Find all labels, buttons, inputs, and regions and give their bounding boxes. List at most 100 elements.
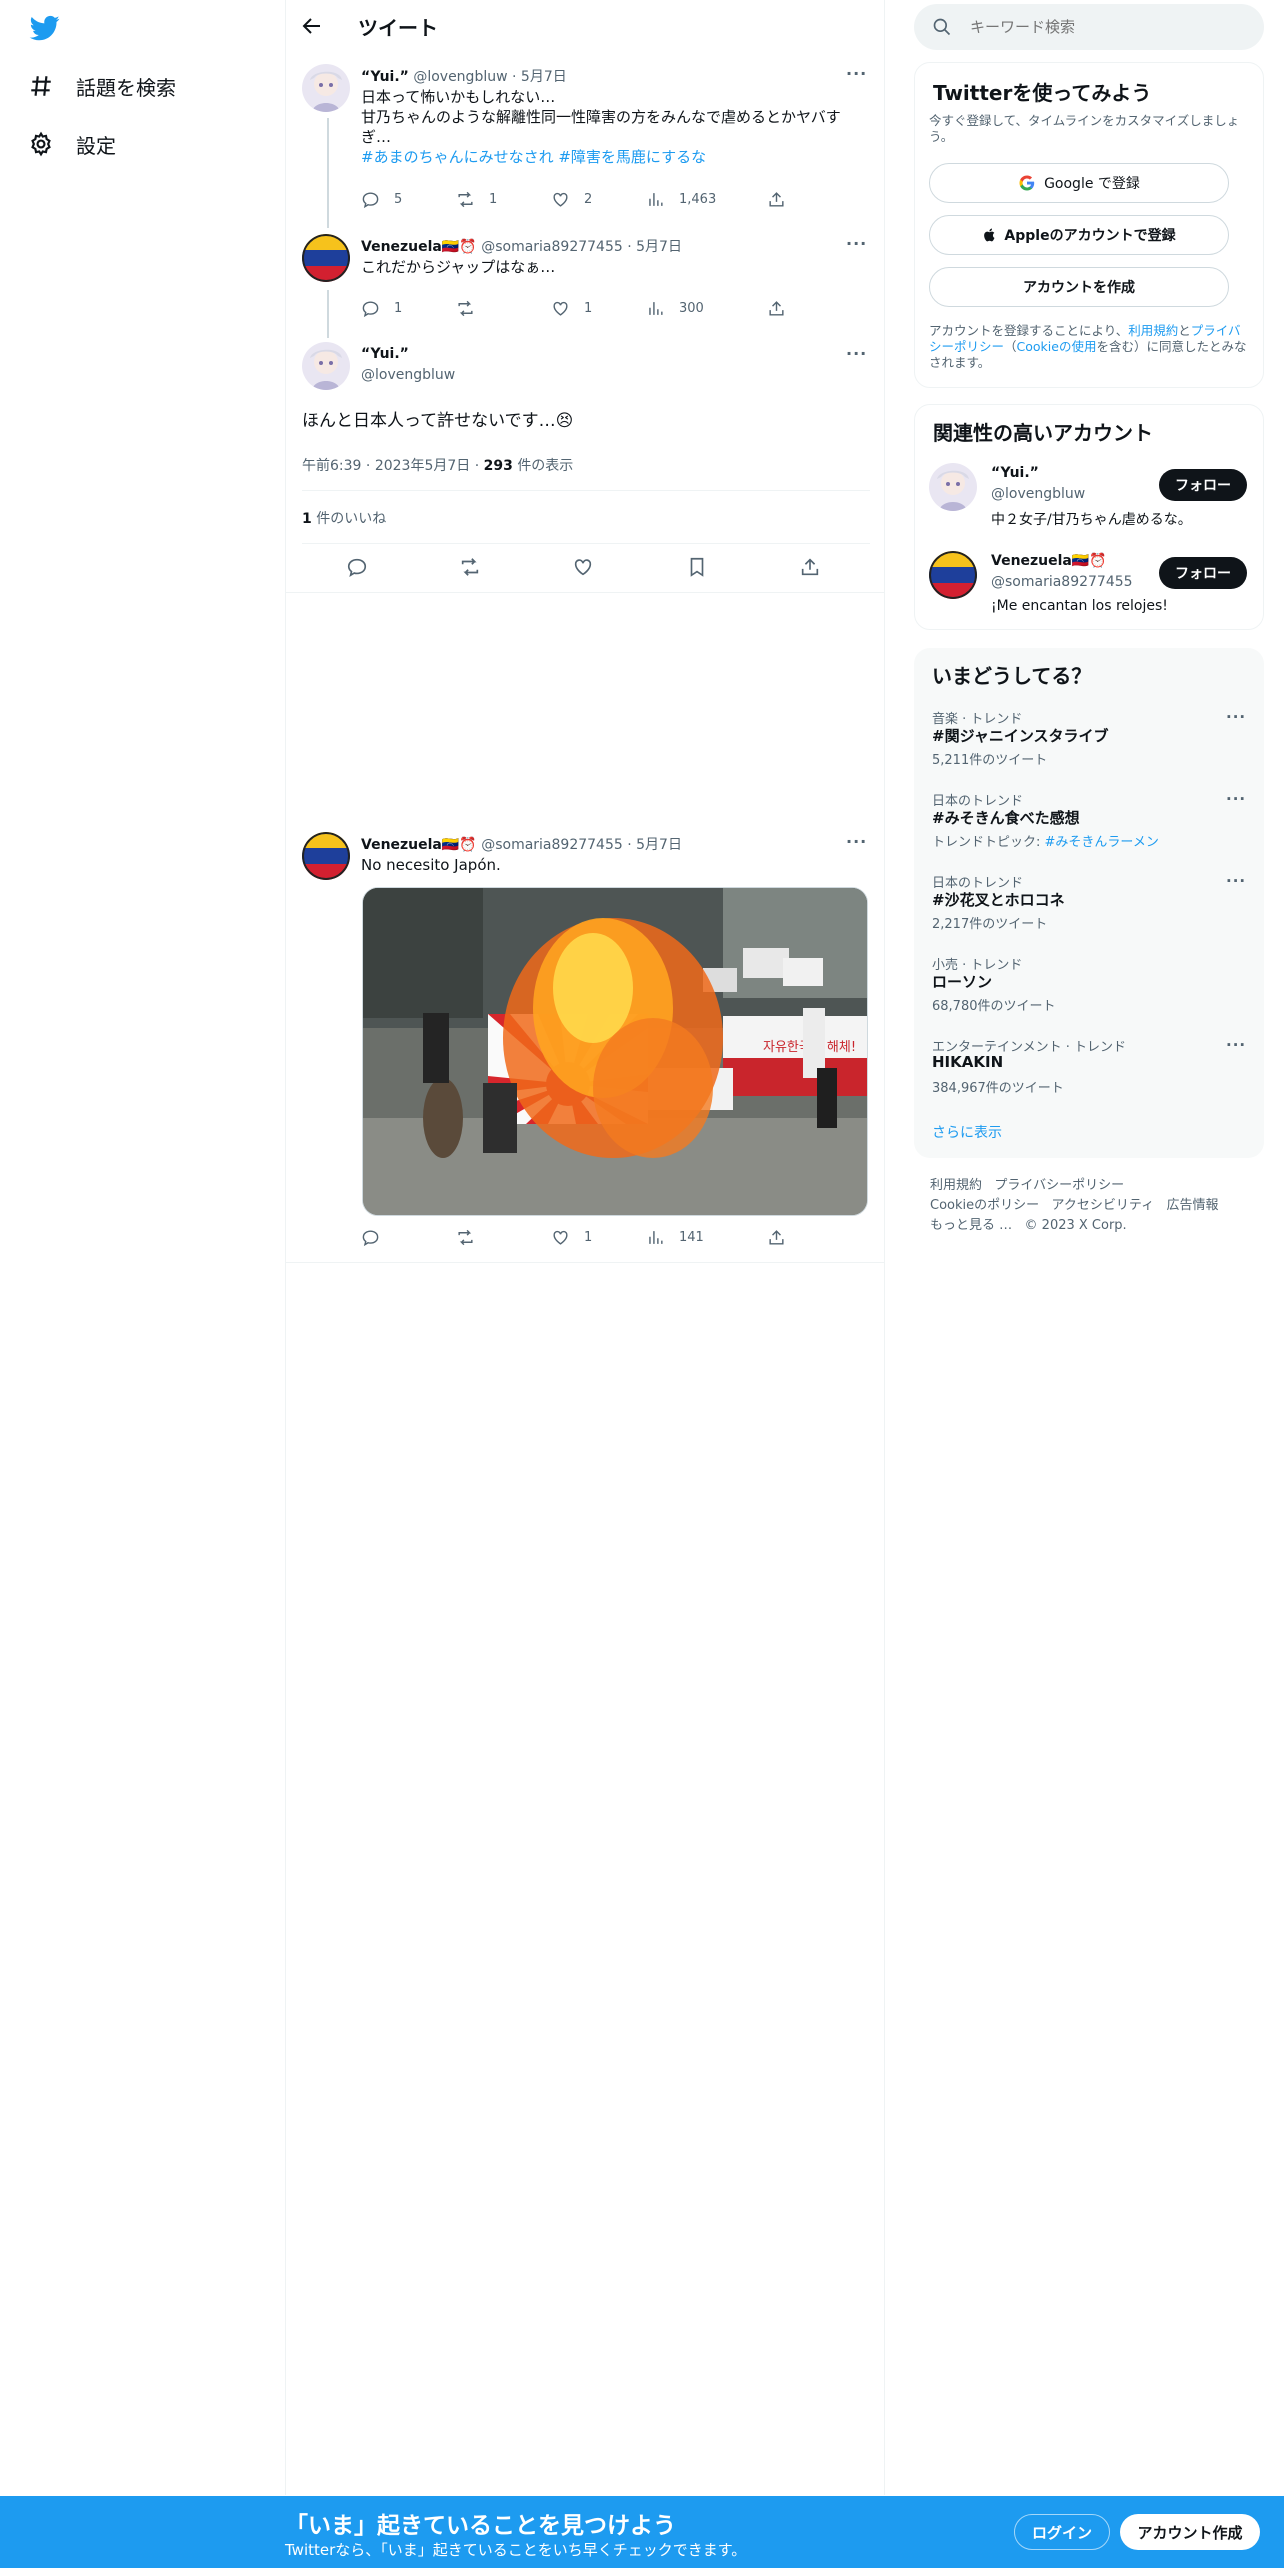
like-button[interactable]: 1 xyxy=(551,299,592,318)
retweet-button[interactable] xyxy=(456,1228,489,1247)
trends-title: いまどうしてる？ xyxy=(932,664,1092,688)
share-button[interactable] xyxy=(767,1228,800,1247)
like-button[interactable] xyxy=(572,556,596,580)
create-account-button[interactable]: アカウントを作成 xyxy=(929,267,1229,307)
avatar[interactable] xyxy=(929,551,977,599)
tweet-date[interactable]: 5月7日 xyxy=(636,837,682,853)
trend-topic-link[interactable]: #みそきんラーメン xyxy=(1045,835,1159,850)
account-name[interactable]: “Yui.” xyxy=(991,465,1039,481)
handle[interactable]: @lovengbluw xyxy=(361,367,455,383)
reply-icon xyxy=(362,301,379,318)
hashtag-link[interactable]: #障害を馬鹿にするな xyxy=(558,148,706,166)
tweet-date[interactable]: 5月7日 xyxy=(521,69,567,85)
more-icon[interactable]: ··· xyxy=(846,234,867,253)
tweet-full-date[interactable]: 2023年5月7日 xyxy=(375,458,470,474)
reply-button[interactable]: 5 xyxy=(361,190,402,209)
back-arrow-icon[interactable] xyxy=(300,14,324,38)
views-button[interactable]: 300 xyxy=(646,299,704,318)
signup-card: Twitterを使ってみよう 今すぐ登録して、タイムラインをカスタマイズしましょ… xyxy=(914,62,1264,388)
more-icon[interactable]: ··· xyxy=(846,64,867,83)
search-input[interactable] xyxy=(970,14,1250,40)
share-icon xyxy=(769,1230,784,1245)
hashtag-link[interactable]: #あまのちゃんにみせなされ xyxy=(361,148,554,166)
retweet-button[interactable]: 1 xyxy=(456,190,497,209)
display-name[interactable]: “Yui.” xyxy=(361,69,409,85)
more-icon[interactable]: ··· xyxy=(1226,872,1246,890)
handle[interactable]: @lovengbluw xyxy=(413,69,507,85)
like-button[interactable]: 1 xyxy=(551,1228,592,1247)
trends-card: いまどうしてる？ 音楽 · トレンド #関ジャニインスタライブ 5,211件のツ… xyxy=(914,648,1264,1158)
tweet-date[interactable]: 5月7日 xyxy=(636,239,682,255)
gear-icon xyxy=(31,131,51,157)
avatar[interactable] xyxy=(302,342,350,390)
google-signup-button[interactable]: Google で登録 xyxy=(929,163,1229,203)
banner-title: 「いま」起きていることを見つけよう xyxy=(285,2513,676,2539)
signup-button[interactable]: アカウント作成 xyxy=(1120,2514,1260,2550)
display-name[interactable]: Venezuela🇻🇪⏰ xyxy=(361,239,477,255)
cookie-link[interactable]: Cookieの使用 xyxy=(1017,339,1097,354)
reply-button[interactable]: 1 xyxy=(361,299,402,318)
like-button[interactable]: 2 xyxy=(551,190,592,209)
share-button[interactable] xyxy=(767,190,800,209)
footer-terms[interactable]: 利用規約 xyxy=(930,1178,982,1193)
nav-settings-label: 設定 xyxy=(76,133,116,158)
reply-button[interactable] xyxy=(346,556,370,580)
avatar[interactable] xyxy=(302,832,350,880)
retweet-button[interactable] xyxy=(459,556,483,580)
views-button[interactable]: 141 xyxy=(646,1228,704,1247)
handle[interactable]: @somaria89277455 xyxy=(481,239,623,255)
main-tweet-text: ほんと日本人って許せないです…😣 xyxy=(302,411,574,431)
follow-button[interactable]: フォロー xyxy=(1159,469,1247,501)
more-icon[interactable]: ··· xyxy=(846,832,867,851)
right-divider xyxy=(884,0,885,2495)
footer-cookie[interactable]: Cookieのポリシー xyxy=(930,1198,1039,1213)
likes-count[interactable]: 1 件のいいね xyxy=(302,508,386,528)
footer-copyright: © 2023 X Corp. xyxy=(1024,1218,1127,1233)
twitter-logo-icon[interactable] xyxy=(29,13,61,43)
tweet-actions: 1 141 xyxy=(361,1228,791,1252)
more-icon[interactable]: ··· xyxy=(1226,708,1246,726)
account-handle[interactable]: @lovengbluw xyxy=(991,486,1085,502)
footer-privacy[interactable]: プライバシーポリシー xyxy=(994,1178,1124,1193)
display-name[interactable]: Venezuela🇻🇪⏰ xyxy=(361,837,477,853)
nav-settings[interactable]: 設定 xyxy=(28,124,116,164)
account-handle[interactable]: @somaria89277455 xyxy=(991,574,1133,590)
thread-line xyxy=(327,118,329,228)
analytics-icon xyxy=(649,302,663,315)
search-bar[interactable] xyxy=(914,4,1264,50)
follow-button[interactable]: フォロー xyxy=(1159,557,1247,589)
tweet-text: これだからジャップはなぁ… xyxy=(361,258,556,276)
avatar[interactable] xyxy=(302,64,350,112)
handle[interactable]: @somaria89277455 xyxy=(481,837,623,853)
tweet-photo[interactable]: 자유한국당 해체! xyxy=(362,887,868,1216)
heart-icon xyxy=(553,1230,568,1245)
more-icon[interactable]: ··· xyxy=(1226,1036,1246,1054)
reply-icon xyxy=(362,1230,379,1247)
terms-link[interactable]: 利用規約 xyxy=(1128,323,1178,338)
avatar[interactable] xyxy=(302,234,350,282)
apple-signup-button[interactable]: Appleのアカウントで登録 xyxy=(929,215,1229,255)
footer-more[interactable]: もっと見る … xyxy=(930,1218,1012,1233)
tweet-time[interactable]: 午前6:39 xyxy=(302,458,361,474)
more-icon[interactable]: ··· xyxy=(846,344,867,363)
tweet-text: No necesito Japón. xyxy=(361,856,501,874)
account-name[interactable]: Venezuela🇻🇪⏰ xyxy=(991,553,1107,569)
retweet-button[interactable] xyxy=(456,299,489,318)
bookmark-icon xyxy=(690,557,704,577)
bookmark-button[interactable] xyxy=(686,556,710,580)
login-button[interactable]: ログイン xyxy=(1014,2514,1110,2550)
views-button[interactable]: 1,463 xyxy=(646,190,716,209)
reply-button[interactable] xyxy=(361,1228,394,1247)
footer-ads[interactable]: 広告情報 xyxy=(1167,1198,1219,1213)
show-more-link[interactable]: さらに表示 xyxy=(932,1122,1002,1142)
footer-accessibility[interactable]: アクセシビリティ xyxy=(1052,1198,1155,1213)
more-icon[interactable]: ··· xyxy=(1226,790,1246,808)
analytics-icon xyxy=(649,193,663,206)
signup-subtitle: 今すぐ登録して、タイムラインをカスタマイズしましょう。 xyxy=(929,113,1240,144)
share-button[interactable] xyxy=(799,556,823,580)
nav-explore[interactable]: 話題を検索 xyxy=(28,66,176,106)
display-name[interactable]: “Yui.” xyxy=(361,346,409,362)
signup-banner: 「いま」起きていることを見つけよう Twitterなら、「いま」起きていることを… xyxy=(0,2496,1284,2568)
share-button[interactable] xyxy=(767,299,800,318)
avatar[interactable] xyxy=(929,463,977,511)
